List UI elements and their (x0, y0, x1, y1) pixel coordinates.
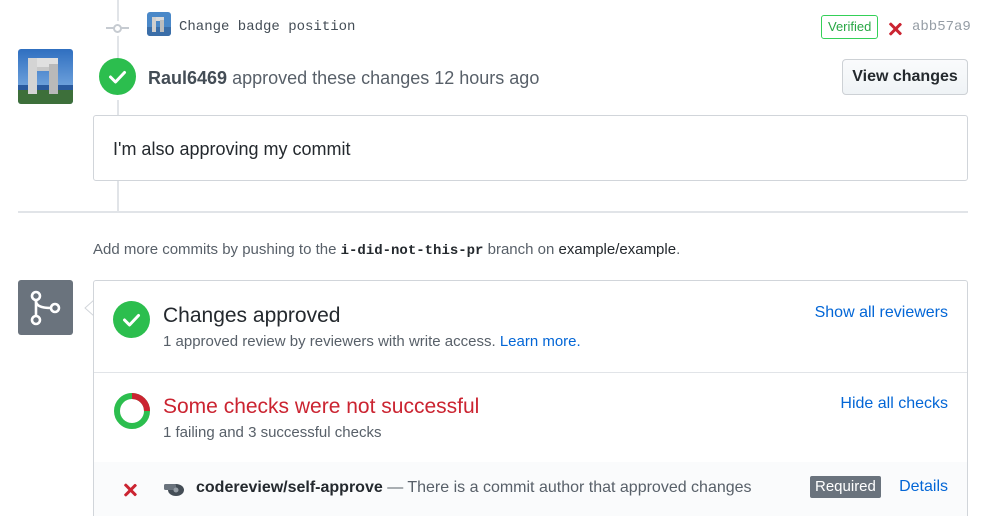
checks-subtitle: 1 failing and 3 successful checks (163, 424, 382, 441)
check-name: codereview/self-approve (196, 479, 383, 496)
approved-subtitle: 1 approved review by reviewers with writ… (163, 333, 581, 350)
git-merge-icon (18, 280, 73, 335)
branch-name[interactable]: i-did-not-this-pr (341, 243, 484, 259)
x-icon[interactable] (888, 22, 902, 36)
hide-all-checks-link[interactable]: Hide all checks (840, 395, 948, 413)
check-description: codereview/self-approve — There is a com… (196, 479, 752, 497)
check-icon (99, 58, 136, 95)
commit-sha[interactable]: abb57a9 (912, 19, 971, 35)
commit-row: Change badge position Verified abb57a9 (0, 0, 989, 56)
review-header: Raul6469 approved these changes 12 hours… (148, 68, 539, 89)
comment-body: I'm also approving my commit (113, 139, 351, 159)
push-note-middle: branch on (487, 241, 555, 258)
check-description-text: — There is a commit author that approved… (387, 479, 752, 496)
divider (18, 211, 968, 213)
check-status-row: codereview/self-approve — There is a com… (94, 462, 967, 516)
approved-section: Changes approved 1 approved review by re… (94, 281, 967, 372)
review-time[interactable]: 12 hours ago (434, 68, 539, 88)
verified-badge[interactable]: Verified (821, 15, 879, 39)
show-all-reviewers-link[interactable]: Show all reviewers (815, 304, 948, 322)
approved-title: Changes approved (163, 304, 341, 327)
details-link[interactable]: Details (899, 478, 948, 496)
push-note-prefix: Add more commits by pushing to the (93, 241, 337, 258)
commit-icon (106, 21, 129, 36)
view-changes-button[interactable]: View changes (842, 59, 968, 95)
whistle-icon (164, 484, 184, 496)
check-icon (113, 301, 150, 338)
push-note: Add more commits by pushing to the i-did… (93, 241, 680, 259)
checks-title: Some checks were not successful (163, 395, 480, 418)
push-note-suffix: . (676, 241, 681, 258)
donut-status-icon (114, 393, 150, 429)
checks-section: Some checks were not successful 1 failin… (94, 372, 967, 462)
review-author[interactable]: Raul6469 (148, 68, 227, 88)
merge-status-box: Changes approved 1 approved review by re… (93, 280, 968, 516)
review-comment: I'm also approving my commit (93, 115, 968, 181)
repo-name[interactable]: example/example (559, 241, 677, 258)
avatar[interactable] (147, 12, 171, 36)
required-badge: Required (810, 476, 881, 498)
commit-message[interactable]: Change badge position (179, 19, 355, 35)
x-icon (123, 483, 137, 497)
learn-more-link[interactable]: Learn more. (500, 333, 581, 350)
avatar[interactable] (18, 49, 73, 104)
review-action: approved these changes (232, 68, 430, 88)
approved-subtitle-text: 1 approved review by reviewers with writ… (163, 333, 496, 350)
